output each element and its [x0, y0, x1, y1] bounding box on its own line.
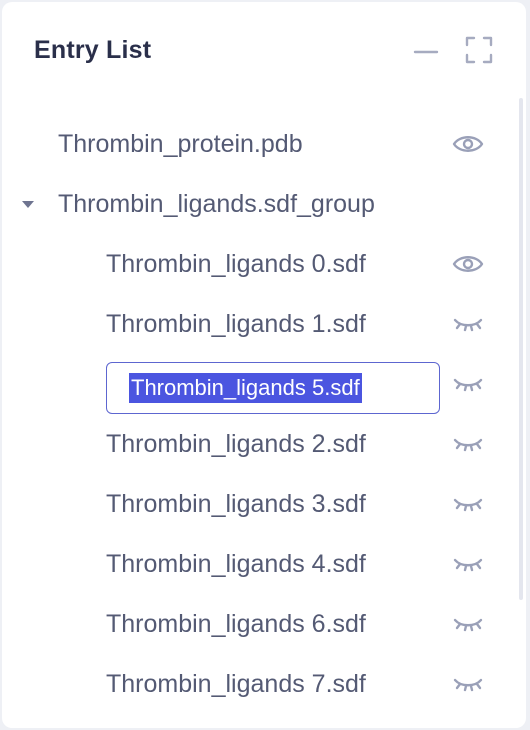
minimize-button[interactable]: [412, 36, 442, 66]
entry-row[interactable]: Thrombin_protein.pdb: [2, 114, 502, 174]
entry-label: Thrombin_ligands 4.sdf: [106, 550, 366, 578]
group-label: Thrombin_ligands.sdf_group: [58, 190, 375, 218]
entry-label: Thrombin_protein.pdb: [58, 130, 303, 158]
entry-row[interactable]: Thrombin_ligands 7.sdf: [2, 654, 502, 714]
eye-closed-icon[interactable]: [450, 549, 486, 579]
eye-closed-icon[interactable]: [450, 309, 486, 339]
panel-header: Entry List: [2, 2, 526, 98]
rename-input[interactable]: Thrombin_ligands 5.sdf: [106, 362, 440, 414]
entry-row[interactable]: Thrombin_ligands 4.sdf: [2, 534, 502, 594]
eye-icon[interactable]: [450, 129, 486, 159]
entry-label: Thrombin_ligands 7.sdf: [106, 670, 366, 698]
entry-row[interactable]: Thrombin_ligands 0.sdf: [2, 234, 502, 294]
eye-closed-icon[interactable]: [450, 489, 486, 519]
eye-icon[interactable]: [450, 249, 486, 279]
entry-label: Thrombin_ligands 6.sdf: [106, 610, 366, 638]
eye-closed-icon[interactable]: [450, 609, 486, 639]
eye-closed-icon[interactable]: [450, 429, 486, 459]
eye-closed-icon[interactable]: [450, 369, 486, 399]
eye-closed-icon[interactable]: [450, 669, 486, 699]
entry-row[interactable]: Thrombin_ligands 1.sdf: [2, 294, 502, 354]
entry-row[interactable]: Thrombin_ligands 6.sdf: [2, 594, 502, 654]
minimize-icon: [413, 50, 439, 54]
entry-list-panel: Entry List Thrombin_protein.pdb Thrombin_…: [2, 2, 526, 728]
fullscreen-icon: [465, 36, 493, 64]
entry-label: Thrombin_ligands 3.sdf: [106, 490, 366, 518]
list-scrollbar[interactable]: [519, 98, 523, 600]
entry-group-row[interactable]: Thrombin_ligands.sdf_group: [2, 174, 502, 234]
panel-title: Entry List: [34, 36, 152, 64]
entry-row[interactable]: Thrombin_ligands 3.sdf: [2, 474, 502, 534]
entry-row[interactable]: Thrombin_ligands 2.sdf: [2, 414, 502, 474]
rename-input-selected-text: Thrombin_ligands 5.sdf: [129, 373, 362, 403]
entry-row[interactable]: Thrombin_ligands 5.sdf: [2, 354, 502, 414]
caret-down-icon[interactable]: [18, 174, 38, 234]
fullscreen-button[interactable]: [465, 36, 495, 66]
entry-label: Thrombin_ligands 0.sdf: [106, 250, 366, 278]
entry-label: Thrombin_ligands 1.sdf: [106, 310, 366, 338]
entry-label: Thrombin_ligands 2.sdf: [106, 430, 366, 458]
